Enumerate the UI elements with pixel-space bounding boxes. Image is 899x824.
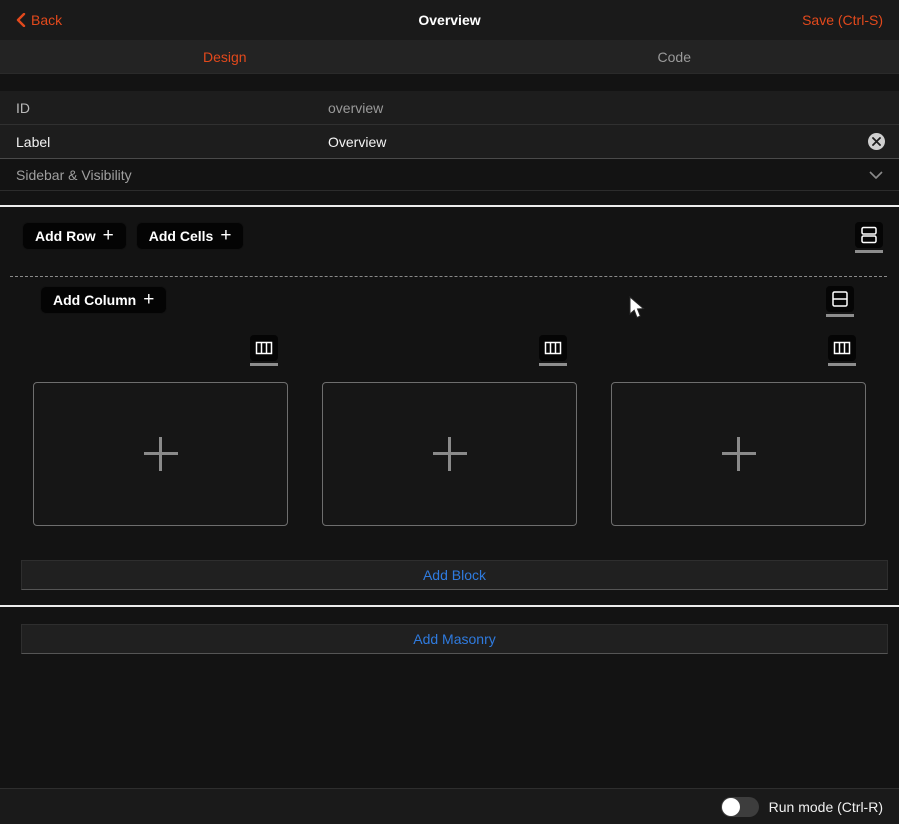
icon-underline bbox=[855, 250, 883, 253]
back-chevron-icon bbox=[16, 13, 26, 27]
cells-row bbox=[0, 382, 899, 526]
sidebar-visibility-label: Sidebar & Visibility bbox=[16, 167, 132, 183]
chevron-down-icon[interactable] bbox=[869, 166, 883, 184]
plus-icon: + bbox=[103, 226, 114, 245]
columns-icon[interactable] bbox=[250, 335, 278, 361]
row-settings-control bbox=[855, 222, 883, 253]
plus-icon: + bbox=[220, 226, 231, 245]
property-row-id: ID overview bbox=[0, 91, 899, 125]
rows-stack-icon[interactable] bbox=[855, 222, 883, 248]
run-mode-toggle[interactable] bbox=[721, 797, 759, 817]
icon-underline bbox=[250, 363, 278, 366]
clear-icon[interactable] bbox=[868, 133, 885, 150]
add-column-button[interactable]: Add Column + bbox=[40, 286, 167, 314]
columns-icon[interactable] bbox=[828, 335, 856, 361]
section-divider-top bbox=[0, 205, 899, 207]
sidebar-visibility-section[interactable]: Sidebar & Visibility bbox=[0, 159, 899, 191]
empty-cell-3[interactable] bbox=[611, 382, 866, 526]
tab-design[interactable]: Design bbox=[0, 40, 450, 73]
row-split-icon[interactable] bbox=[826, 286, 854, 312]
plus-icon: + bbox=[143, 290, 154, 309]
cell-columns-control bbox=[250, 335, 278, 366]
cell-columns-control bbox=[539, 335, 567, 366]
tab-code[interactable]: Code bbox=[450, 40, 899, 73]
add-cells-button[interactable]: Add Cells + bbox=[136, 222, 245, 250]
properties-panel: ID overview Label Overview Sidebar & Vis… bbox=[0, 91, 899, 191]
cell-icons-row bbox=[0, 335, 899, 366]
columns-icon[interactable] bbox=[539, 335, 567, 361]
label-field-value[interactable]: Overview bbox=[328, 134, 386, 150]
id-field-label: ID bbox=[16, 100, 328, 116]
add-masonry-label: Add Masonry bbox=[413, 631, 495, 647]
section-divider-bottom bbox=[0, 605, 899, 607]
plus-icon bbox=[722, 437, 756, 471]
save-button[interactable]: Save (Ctrl-S) bbox=[802, 12, 883, 28]
footer-bar: Run mode (Ctrl-R) bbox=[0, 788, 899, 824]
property-row-label: Label Overview bbox=[0, 125, 899, 159]
icon-underline bbox=[828, 363, 856, 366]
cell-columns-control bbox=[828, 335, 856, 366]
add-column-label: Add Column bbox=[53, 292, 136, 308]
tab-bar: Design Code bbox=[0, 40, 899, 74]
icon-underline bbox=[826, 314, 854, 317]
back-button[interactable]: Back bbox=[16, 12, 62, 28]
plus-icon bbox=[433, 437, 467, 471]
row-toolbar: Add Row + Add Cells + bbox=[0, 222, 899, 253]
back-label: Back bbox=[31, 12, 62, 28]
add-row-button[interactable]: Add Row + bbox=[22, 222, 127, 250]
dashed-divider bbox=[10, 276, 887, 277]
cell-icon-slot bbox=[611, 335, 866, 366]
add-masonry-button[interactable]: Add Masonry bbox=[21, 624, 888, 654]
cell-icon-slot bbox=[33, 335, 288, 366]
add-cells-label: Add Cells bbox=[149, 228, 214, 244]
page-title: Overview bbox=[0, 12, 899, 28]
empty-cell-1[interactable] bbox=[33, 382, 288, 526]
column-settings-control bbox=[826, 286, 854, 317]
add-block-label: Add Block bbox=[423, 567, 486, 583]
page-editor-screen: Back Overview Save (Ctrl-S) Design Code … bbox=[0, 0, 899, 824]
add-row-label: Add Row bbox=[35, 228, 96, 244]
id-field-value[interactable]: overview bbox=[328, 100, 383, 116]
icon-underline bbox=[539, 363, 567, 366]
run-mode-label: Run mode (Ctrl-R) bbox=[769, 799, 883, 815]
empty-cell-2[interactable] bbox=[322, 382, 577, 526]
add-block-button[interactable]: Add Block bbox=[21, 560, 888, 590]
cell-icon-slot bbox=[322, 335, 577, 366]
top-bar: Back Overview Save (Ctrl-S) bbox=[0, 0, 899, 40]
column-toolbar: Add Column + bbox=[0, 286, 899, 317]
plus-icon bbox=[144, 437, 178, 471]
toggle-knob bbox=[722, 798, 740, 816]
label-field-label: Label bbox=[16, 134, 328, 150]
